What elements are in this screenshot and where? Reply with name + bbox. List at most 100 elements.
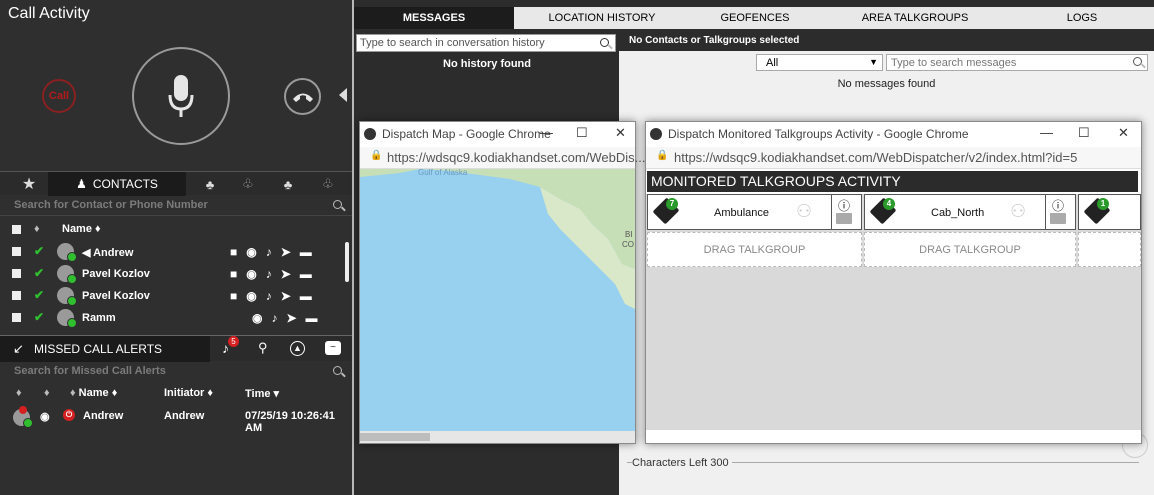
row-checkbox[interactable]: [12, 291, 21, 300]
drag-talkgroup-slot[interactable]: DRAG TALKGROUP: [647, 232, 862, 267]
missed-call-search-field[interactable]: Search for Missed Call Alerts: [0, 362, 352, 382]
contact-row[interactable]: ✔ Ramm ◉♪➤▬: [0, 307, 352, 329]
talkgroup-window-titlebar[interactable]: Dispatch Monitored Talkgroups Activity -…: [646, 122, 1141, 146]
conversation-search-placeholder: Type to search in conversation history: [360, 37, 545, 49]
sort-icon[interactable]: ♦: [16, 387, 22, 399]
close-icon[interactable]: ✕: [615, 125, 626, 141]
no-selection-text: No Contacts or Talkgroups selected: [619, 33, 1154, 51]
time-column-header[interactable]: Time ▾: [245, 387, 279, 400]
map-scroll-thumb[interactable]: [360, 433, 430, 441]
missed-call-header-row: ♦ ♦ ♦ Name ♦ Initiator ♦ Time ▾: [0, 384, 352, 404]
favorites-star-icon[interactable]: ★: [14, 172, 44, 196]
talkgroup-name: Cab_North: [931, 207, 985, 219]
minimize-icon[interactable]: —: [1040, 125, 1053, 140]
activity-alert-icon[interactable]: ~: [325, 341, 341, 355]
talkgroup-video-icon[interactable]: [836, 213, 852, 224]
name-column-header[interactable]: ♦ Name ♦: [70, 387, 117, 399]
end-call-button[interactable]: Call: [42, 79, 76, 113]
initiator-column-header[interactable]: Initiator ♦: [164, 387, 213, 399]
sort-icon[interactable]: ♦: [34, 223, 40, 235]
tab-area-talkgroups[interactable]: AREA TALKGROUPS: [820, 7, 1010, 29]
drag-talkgroup-slot[interactable]: [1078, 232, 1141, 267]
talkgroup-card[interactable]: 1: [1078, 194, 1141, 230]
row-checkbox[interactable]: [12, 313, 21, 322]
contact-name: Pavel Kozlov: [82, 268, 150, 280]
message-filter-select[interactable]: All ▼: [756, 54, 883, 71]
missed-call-time: 07/25/19 10:26:41 AM: [245, 410, 335, 434]
tab-contacts-label: CONTACTS: [92, 177, 158, 191]
contact-actions-icons[interactable]: ■◉♪➤▬: [230, 245, 321, 259]
contacts-scrollbar[interactable]: [345, 242, 349, 282]
tab-messages[interactable]: MESSAGES: [354, 7, 514, 29]
talkgroup-video-icon[interactable]: [1050, 213, 1066, 224]
conversation-search-input[interactable]: Type to search in conversation history: [356, 34, 616, 52]
filter-value: All: [766, 57, 779, 69]
no-messages-text: No messages found: [837, 78, 936, 90]
contact-actions-icons[interactable]: ■◉♪➤▬: [230, 289, 321, 303]
select-all-checkbox[interactable]: [12, 225, 21, 234]
map-horizontal-scrollbar[interactable]: [360, 431, 635, 443]
message-search-input[interactable]: Type to search messages: [886, 54, 1148, 71]
avatar: [57, 309, 77, 328]
no-history-text: No history found: [443, 58, 531, 70]
muted-user-icon: ⚇: [1010, 201, 1027, 221]
contacts-search-field[interactable]: Search for Contact or Phone Number: [0, 196, 352, 216]
online-check-icon: ✔: [34, 310, 45, 324]
row-checkbox[interactable]: [12, 269, 21, 278]
contacts-header-row: ♦ Name ♦: [0, 219, 352, 241]
groups-icon[interactable]: ♣: [196, 172, 224, 196]
location-alert-icon[interactable]: ⚲: [258, 340, 268, 356]
avatar: [57, 265, 77, 284]
tab-missed-call-alerts[interactable]: ↙ MISSED CALL ALERTS: [0, 336, 210, 362]
maximize-icon[interactable]: ☐: [576, 125, 588, 141]
map-url-bar[interactable]: 🔒 https://wdsqc9.kodiakhandset.com/WebDi…: [360, 147, 645, 169]
search-icon: [1133, 57, 1142, 66]
drag-talkgroup-slot[interactable]: DRAG TALKGROUP: [864, 232, 1076, 267]
contact-row[interactable]: ✔ ◀ Andrew ■◉♪➤▬: [0, 241, 352, 263]
tab-logs[interactable]: LOGS: [1010, 7, 1154, 29]
warning-alert-icon[interactable]: ▲: [290, 341, 305, 356]
call-activity-title: Call Activity: [8, 5, 90, 22]
talkgroup-mic-icon[interactable]: ⓘ: [1052, 197, 1064, 214]
monitored-talkgroups-window[interactable]: Dispatch Monitored Talkgroups Activity -…: [645, 121, 1142, 444]
close-icon[interactable]: ✕: [1118, 125, 1129, 141]
contact-actions-icons[interactable]: ■◉♪➤▬: [230, 267, 321, 281]
dispatch-map-window[interactable]: Dispatch Map - Google Chrome — ☐ ✕ 🔒 htt…: [359, 121, 645, 444]
map-label-gulf: Gulf of Alaska: [418, 169, 468, 177]
contact-row[interactable]: ✔ Pavel Kozlov ■◉♪➤▬: [0, 263, 352, 285]
talkgroup-mic-icon[interactable]: ⓘ: [838, 197, 850, 214]
name-column-header[interactable]: Name ♦: [62, 223, 101, 235]
search-icon: [333, 366, 342, 375]
sort-icon[interactable]: ♦: [44, 387, 50, 399]
hang-up-button[interactable]: [284, 78, 321, 115]
talkgroup-card-cab-north[interactable]: 4 Cab_North ⚇ ⓘ: [864, 194, 1076, 230]
contact-row[interactable]: ✔ Pavel Kozlov ■◉♪➤▬: [0, 285, 352, 307]
area-talkgroups-icon[interactable]: ♧: [314, 172, 342, 196]
tab-location-history[interactable]: LOCATION HISTORY: [514, 7, 690, 29]
push-to-talk-button[interactable]: [132, 47, 230, 145]
contact-actions-icons[interactable]: ◉♪➤▬: [252, 311, 327, 325]
motorola-logo-icon: [364, 128, 376, 140]
map-window-titlebar[interactable]: Dispatch Map - Google Chrome — ☐ ✕: [360, 122, 635, 146]
map-landmass: Gulf of Alaska BI CO: [360, 169, 635, 309]
map-window-title: Dispatch Map - Google Chrome: [382, 127, 551, 141]
map-canvas[interactable]: Gulf of Alaska BI CO: [360, 169, 635, 431]
missed-call-row[interactable]: ◉ ⏻ Andrew Andrew 07/25/19 10:26:41 AM: [0, 406, 352, 434]
row-checkbox[interactable]: [12, 247, 21, 256]
talkgroups-icon[interactable]: ♧: [234, 172, 262, 196]
tab-geofences[interactable]: GEOFENCES: [690, 7, 820, 29]
monitored-groups-icon[interactable]: ♣: [274, 172, 302, 196]
card-divider: [831, 195, 832, 229]
talkgroup-url-bar[interactable]: 🔒 https://wdsqc9.kodiakhandset.com/WebDi…: [646, 147, 1141, 169]
lock-icon: 🔒: [656, 150, 669, 161]
alert-power-icon: ⏻: [63, 409, 75, 421]
map-label-bc: BI: [625, 230, 633, 239]
talkgroup-card-ambulance[interactable]: 7 Ambulance ⚇ ⓘ: [647, 194, 862, 230]
collapse-panel-icon[interactable]: [339, 88, 347, 102]
talkgroup-count-badge: 1: [1097, 198, 1109, 210]
map-url-text: https://wdsqc9.kodiakhandset.com/WebDis.…: [387, 150, 646, 165]
minimize-icon[interactable]: —: [540, 125, 553, 140]
tab-contacts[interactable]: ♟ CONTACTS: [48, 172, 186, 196]
talkgroup-count-badge: 4: [883, 198, 895, 210]
maximize-icon[interactable]: ☐: [1078, 125, 1090, 141]
